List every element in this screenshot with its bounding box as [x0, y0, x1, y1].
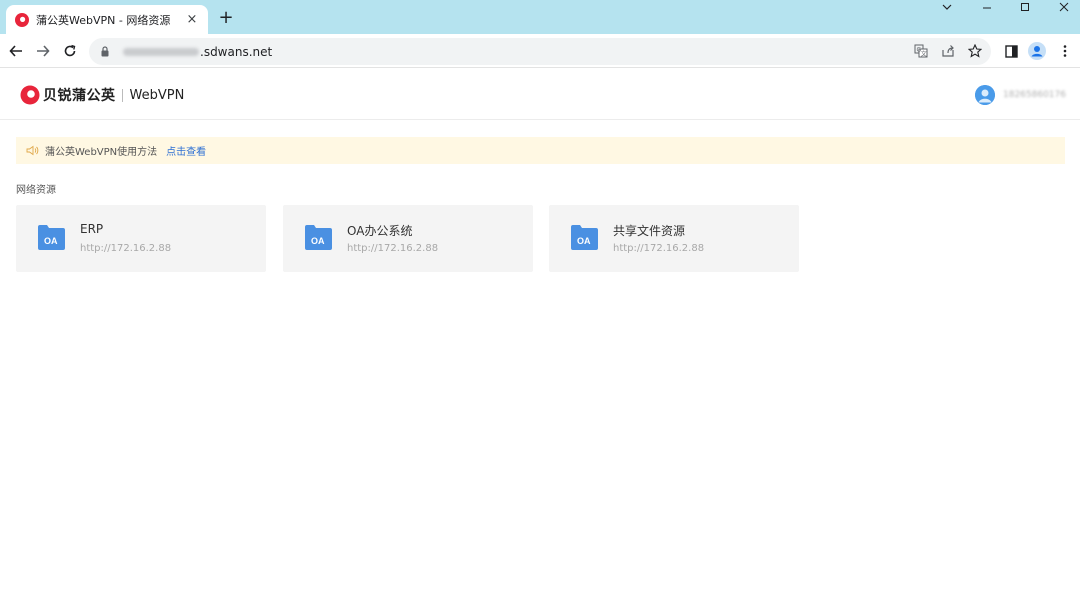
svg-text:OA: OA [311, 236, 325, 246]
notice-bar: 蒲公英WebVPN使用方法 点击查看 [16, 137, 1065, 164]
close-window-icon[interactable] [1052, 0, 1076, 18]
dandelion-logo-icon [20, 85, 40, 105]
new-tab-button[interactable]: + [216, 9, 236, 29]
username: 18265860176 [1003, 90, 1066, 100]
brand-name: 贝锐蒲公英 [43, 88, 116, 104]
maximize-icon[interactable] [1013, 0, 1037, 18]
product-name: WebVPN [129, 87, 185, 103]
user-menu[interactable]: 18265860176 [975, 85, 1066, 105]
resource-name: ERP [80, 222, 104, 236]
minimize-icon[interactable] [975, 0, 999, 18]
section-title: 网络资源 [16, 185, 56, 196]
lock-icon[interactable] [99, 46, 111, 58]
folder-oa-icon: OA [571, 224, 598, 250]
resource-url: http://172.16.2.88 [347, 243, 439, 254]
profile-icon[interactable] [1028, 42, 1046, 60]
webvpn-favicon-icon [14, 12, 30, 28]
svg-text:OA: OA [577, 236, 591, 246]
browser-tab[interactable]: 蒲公英WebVPN - 网络资源 × [6, 5, 208, 34]
url-text: .sdwans.net [123, 45, 272, 59]
tab-search-icon[interactable] [935, 0, 959, 18]
side-panel-icon[interactable] [1002, 42, 1020, 60]
forward-icon[interactable] [33, 41, 53, 61]
resource-url: http://172.16.2.88 [613, 243, 705, 254]
brand-logo[interactable]: 贝锐蒲公英 WebVPN [20, 85, 184, 105]
user-avatar-icon [975, 85, 995, 105]
tab-title: 蒲公英WebVPN - 网络资源 [36, 13, 171, 27]
resource-name: OA办公系统 [347, 224, 413, 238]
reload-icon[interactable] [60, 41, 80, 61]
logo-divider [121, 88, 123, 102]
notice-text: 蒲公英WebVPN使用方法 [45, 147, 158, 158]
page-header: 贝锐蒲公英 WebVPN 18265860176 [0, 69, 1080, 120]
bookmark-star-icon[interactable] [967, 43, 983, 59]
address-bar[interactable]: .sdwans.net G文 [89, 38, 991, 65]
svg-text:OA: OA [44, 236, 58, 246]
url-domain: .sdwans.net [200, 44, 273, 59]
browser-titlebar: 蒲公英WebVPN - 网络资源 × + [0, 0, 1080, 34]
browser-toolbar: .sdwans.net G文 [0, 34, 1080, 68]
resource-card[interactable]: OA OA办公系统 http://172.16.2.88 [283, 205, 533, 272]
back-icon[interactable] [6, 41, 26, 61]
share-icon[interactable] [940, 43, 956, 59]
folder-oa-icon: OA [305, 224, 332, 250]
svg-text:文: 文 [921, 50, 927, 58]
resource-url: http://172.16.2.88 [80, 243, 172, 254]
speaker-icon [26, 141, 39, 160]
folder-oa-icon: OA [38, 224, 65, 250]
resource-card[interactable]: OA 共享文件资源 http://172.16.2.88 [549, 205, 799, 272]
redacted-subdomain [123, 47, 199, 56]
resource-card[interactable]: OA ERP http://172.16.2.88 [16, 205, 266, 272]
resource-name: 共享文件资源 [613, 224, 686, 238]
notice-link[interactable]: 点击查看 [166, 143, 206, 158]
menu-kebab-icon[interactable] [1056, 42, 1074, 60]
tab-close-icon[interactable]: × [184, 12, 200, 28]
translate-icon[interactable]: G文 [913, 43, 929, 59]
